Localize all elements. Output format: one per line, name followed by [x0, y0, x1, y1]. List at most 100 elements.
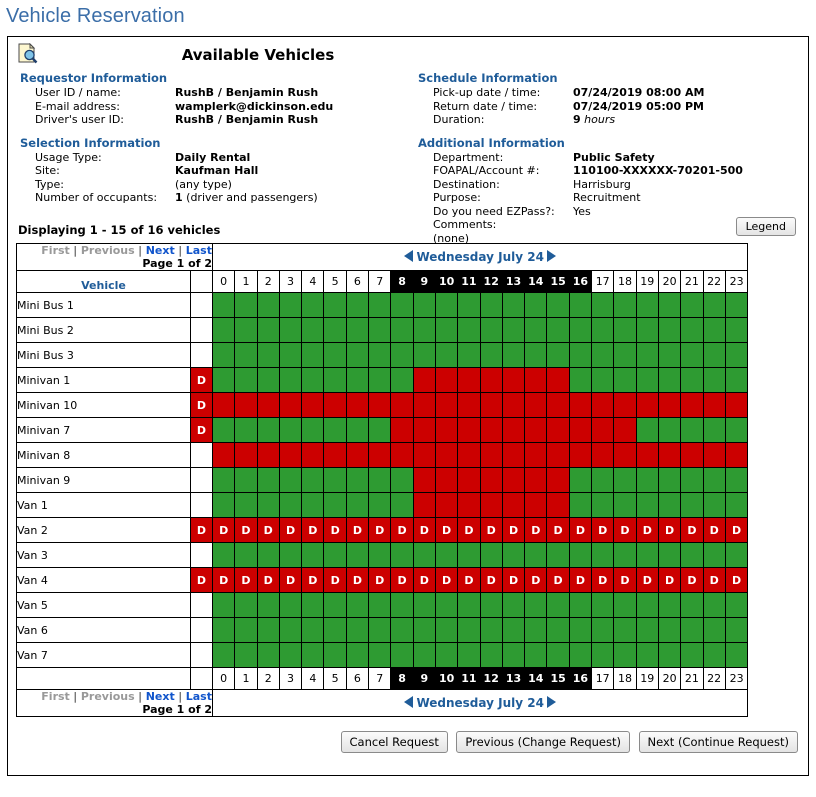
slot-available-2[interactable]	[256, 342, 280, 368]
hour-header-8[interactable]: 8	[390, 270, 414, 293]
slot-available-6[interactable]	[345, 542, 370, 568]
slot-available-20[interactable]	[657, 292, 682, 318]
hour-header-1[interactable]: 1	[234, 667, 258, 690]
hour-header-13[interactable]: 13	[501, 270, 526, 293]
hour-header-23[interactable]: 23	[724, 270, 749, 293]
slot-available-11[interactable]	[457, 292, 481, 318]
slot-available-3[interactable]	[278, 542, 303, 568]
slot-available-2[interactable]	[256, 492, 280, 518]
slot-available-5[interactable]	[323, 317, 347, 343]
daily-rental-marker[interactable]: D	[190, 367, 213, 393]
slot-available-16[interactable]	[568, 542, 593, 568]
slot-available-15[interactable]	[546, 342, 570, 368]
slot-available-5[interactable]	[323, 342, 347, 368]
slot-available-0[interactable]	[211, 492, 236, 518]
slot-available-2[interactable]	[256, 592, 280, 618]
slot-available-17[interactable]	[591, 617, 615, 643]
slot-available-22[interactable]	[702, 492, 726, 518]
slot-available-16[interactable]	[568, 367, 593, 393]
slot-available-13[interactable]	[501, 617, 526, 643]
slot-available-23[interactable]	[724, 617, 749, 643]
slot-available-10[interactable]	[434, 342, 459, 368]
hour-header-17[interactable]: 17	[591, 270, 615, 293]
slot-available-5[interactable]	[323, 492, 347, 518]
slot-available-11[interactable]	[457, 642, 481, 668]
hour-header-15[interactable]: 15	[546, 270, 570, 293]
slot-available-8[interactable]	[390, 492, 414, 518]
slot-available-6[interactable]	[345, 317, 370, 343]
slot-available-21[interactable]	[680, 592, 704, 618]
slot-available-22[interactable]	[702, 292, 726, 318]
slot-available-19[interactable]	[635, 592, 659, 618]
hour-header-21[interactable]: 21	[680, 270, 704, 293]
hour-header-14[interactable]: 14	[524, 667, 548, 690]
slot-available-0[interactable]	[211, 617, 236, 643]
daily-rental-marker[interactable]: D	[190, 517, 213, 543]
slot-available-14[interactable]	[524, 317, 548, 343]
slot-available-3[interactable]	[278, 292, 303, 318]
slot-available-20[interactable]	[657, 342, 682, 368]
slot-available-23[interactable]	[724, 642, 749, 668]
hour-header-12[interactable]: 12	[479, 270, 503, 293]
slot-available-7[interactable]	[368, 292, 392, 318]
legend-button[interactable]: Legend	[735, 217, 796, 236]
slot-available-4[interactable]	[301, 367, 325, 393]
slot-available-21[interactable]	[680, 492, 704, 518]
slot-available-13[interactable]	[501, 542, 526, 568]
slot-available-18[interactable]	[613, 617, 637, 643]
slot-available-22[interactable]	[702, 367, 726, 393]
slot-available-12[interactable]	[479, 642, 503, 668]
pager-next[interactable]: Next	[146, 690, 175, 703]
hour-header-23[interactable]: 23	[724, 667, 749, 690]
slot-available-20[interactable]	[657, 642, 682, 668]
hour-header-15[interactable]: 15	[546, 667, 570, 690]
slot-available-20[interactable]	[657, 617, 682, 643]
slot-available-23[interactable]	[724, 542, 749, 568]
slot-available-4[interactable]	[301, 317, 325, 343]
slot-available-3[interactable]	[278, 317, 303, 343]
hour-header-1[interactable]: 1	[234, 270, 258, 293]
slot-available-9[interactable]	[412, 292, 436, 318]
slot-available-6[interactable]	[345, 342, 370, 368]
slot-available-5[interactable]	[323, 642, 347, 668]
slot-available-17[interactable]	[591, 592, 615, 618]
hour-header-16[interactable]: 16	[568, 270, 593, 293]
slot-available-19[interactable]	[635, 467, 659, 493]
slot-available-22[interactable]	[702, 417, 726, 443]
slot-available-8[interactable]	[390, 592, 414, 618]
left-arrow-icon[interactable]	[404, 696, 414, 708]
slot-available-7[interactable]	[368, 317, 392, 343]
slot-available-20[interactable]	[657, 317, 682, 343]
slot-available-17[interactable]	[591, 342, 615, 368]
slot-available-12[interactable]	[479, 342, 503, 368]
pager-last[interactable]: Last	[186, 244, 212, 257]
slot-available-17[interactable]	[591, 467, 615, 493]
slot-available-3[interactable]	[278, 342, 303, 368]
hour-header-21[interactable]: 21	[680, 667, 704, 690]
slot-available-20[interactable]	[657, 417, 682, 443]
pager-last[interactable]: Last	[186, 690, 212, 703]
slot-available-18[interactable]	[613, 592, 637, 618]
slot-available-2[interactable]	[256, 417, 280, 443]
slot-available-20[interactable]	[657, 542, 682, 568]
slot-available-8[interactable]	[390, 292, 414, 318]
slot-available-14[interactable]	[524, 617, 548, 643]
left-arrow-icon[interactable]	[404, 250, 414, 262]
daily-rental-marker[interactable]: D	[190, 417, 213, 443]
hour-header-4[interactable]: 4	[301, 667, 325, 690]
hour-header-11[interactable]: 11	[457, 667, 481, 690]
slot-available-2[interactable]	[256, 317, 280, 343]
slot-available-22[interactable]	[702, 617, 726, 643]
slot-available-14[interactable]	[524, 592, 548, 618]
slot-available-5[interactable]	[323, 367, 347, 393]
slot-available-23[interactable]	[724, 342, 749, 368]
slot-available-6[interactable]	[345, 492, 370, 518]
slot-available-12[interactable]	[479, 617, 503, 643]
hour-header-7[interactable]: 7	[368, 270, 392, 293]
slot-available-19[interactable]	[635, 317, 659, 343]
slot-available-22[interactable]	[702, 317, 726, 343]
slot-available-8[interactable]	[390, 342, 414, 368]
slot-available-20[interactable]	[657, 492, 682, 518]
hour-header-16[interactable]: 16	[568, 667, 593, 690]
slot-available-1[interactable]	[234, 342, 258, 368]
